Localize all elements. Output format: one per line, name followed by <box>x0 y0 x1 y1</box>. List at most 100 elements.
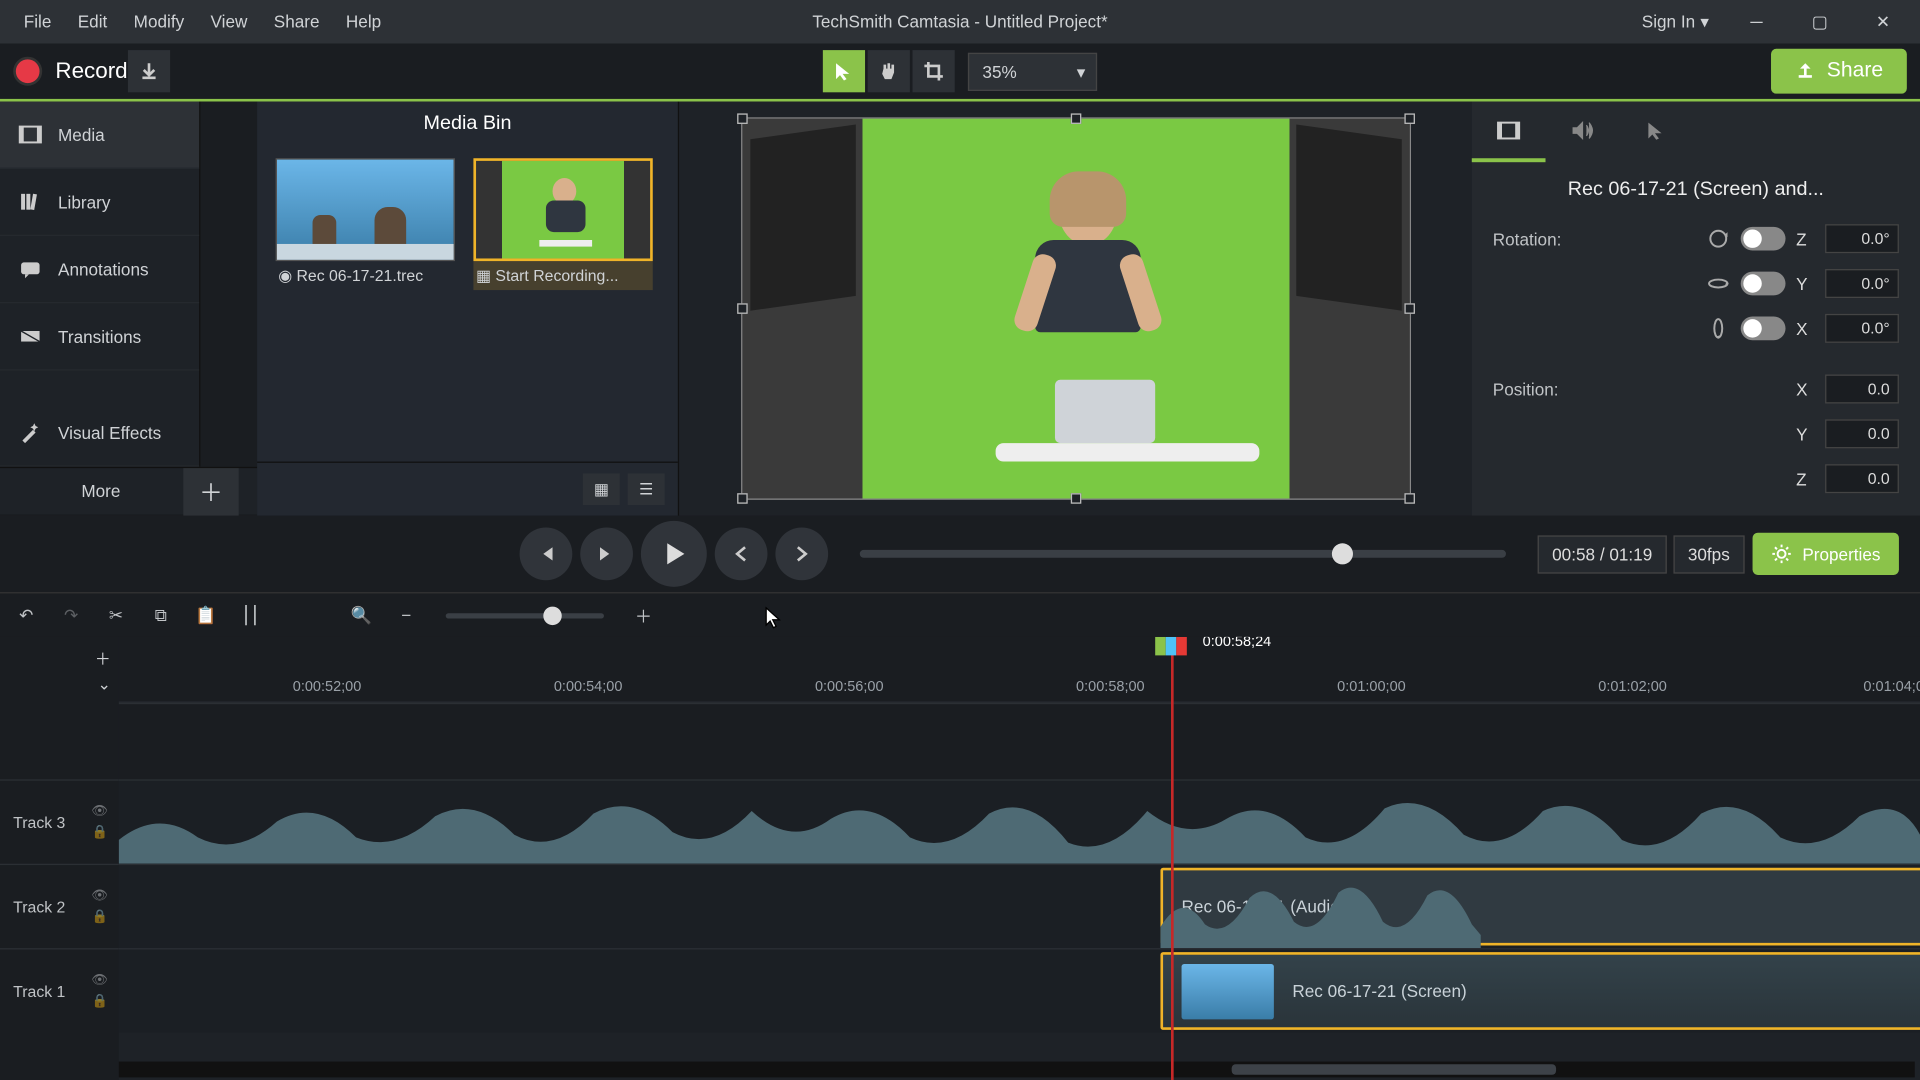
sidebar-media[interactable]: Media <box>0 102 199 169</box>
redo-button[interactable]: ↷ <box>55 599 87 631</box>
record-label: Record <box>55 58 127 84</box>
menu-edit[interactable]: Edit <box>65 7 121 37</box>
media-bin-header: Media Bin <box>257 102 678 146</box>
playback-scrubber[interactable] <box>860 550 1506 558</box>
track-2[interactable]: Rec 06-17-21 (Audio) <box>119 864 1920 948</box>
properties-label: Properties <box>1802 544 1880 564</box>
timeline-hscroll[interactable] <box>119 1062 1915 1078</box>
eye-icon[interactable]: 👁 <box>91 973 108 988</box>
resize-handle[interactable] <box>1404 113 1415 124</box>
ruler-tick: 0:00:54;00 <box>554 679 623 695</box>
scrubber-handle[interactable] <box>1332 543 1353 564</box>
rotation-z-field[interactable] <box>1825 224 1899 253</box>
minimize-button[interactable]: ─ <box>1730 3 1783 40</box>
undo-button[interactable]: ↶ <box>11 599 43 631</box>
menu-view[interactable]: View <box>197 7 260 37</box>
menu-modify[interactable]: Modify <box>120 7 197 37</box>
play-button[interactable] <box>641 521 707 587</box>
media-clip-1[interactable]: ◉ Rec 06-17-21.trec <box>276 158 455 290</box>
timeline-ruler[interactable]: 0:00:52;00 0:00:54;00 0:00:56;00 0:00:58… <box>119 637 1920 703</box>
split-button[interactable]: ⎮⎮ <box>235 599 267 631</box>
rotation-z-toggle[interactable] <box>1741 227 1786 251</box>
eye-icon[interactable]: 👁 <box>91 804 108 819</box>
step-back-button[interactable] <box>520 527 573 580</box>
clip-screen[interactable]: Rec 06-17-21 (Screen) <box>1160 952 1920 1030</box>
track-header-1[interactable]: Track 1👁🔒 <box>0 948 119 1032</box>
canvas-selection[interactable] <box>740 117 1410 499</box>
view-list-button[interactable]: ☰ <box>628 473 665 505</box>
rotation-y-toggle[interactable] <box>1741 272 1786 296</box>
media-clip-2[interactable]: ▦ Start Recording... <box>473 158 652 290</box>
timeline-zoom-slider[interactable] <box>446 613 604 618</box>
ruler-tick: 0:01:00;00 <box>1337 679 1406 695</box>
timeline[interactable]: ＋ ⌄ Track 3👁🔒 Track 2👁🔒 Track 1👁🔒 0:00:5… <box>0 637 1920 1080</box>
track-header-2[interactable]: Track 2👁🔒 <box>0 864 119 948</box>
sidebar-annotations[interactable]: Annotations <box>0 236 199 303</box>
close-button[interactable]: ✕ <box>1857 3 1910 40</box>
copy-button[interactable]: ⧉ <box>145 599 177 631</box>
playhead-marker[interactable] <box>1155 637 1187 655</box>
position-z-field[interactable] <box>1825 464 1899 493</box>
tool-pan[interactable] <box>868 50 910 92</box>
prop-tab-audio[interactable] <box>1546 102 1620 163</box>
tool-crop[interactable] <box>913 50 955 92</box>
menu-file[interactable]: File <box>11 7 65 37</box>
resize-handle[interactable] <box>1070 113 1081 124</box>
menu-share[interactable]: Share <box>261 7 333 37</box>
rotation-x-field[interactable] <box>1825 314 1899 343</box>
resize-handle[interactable] <box>1070 493 1081 504</box>
record-button[interactable]: Record <box>13 57 127 86</box>
tool-select[interactable] <box>823 50 865 92</box>
zoom-in-button[interactable]: ＋ <box>628 599 660 631</box>
view-grid-button[interactable]: ▦ <box>583 473 620 505</box>
ruler-tick: 0:01:04;0 <box>1863 679 1920 695</box>
add-track-button[interactable]: ＋ <box>95 647 111 669</box>
prop-tab-cursor[interactable] <box>1619 102 1693 163</box>
sidebar-visual-effects[interactable]: Visual Effects <box>0 400 199 467</box>
maximize-button[interactable]: ▢ <box>1793 3 1846 40</box>
zoom-out-button[interactable]: − <box>390 599 422 631</box>
hscroll-thumb[interactable] <box>1232 1064 1555 1075</box>
properties-button[interactable]: Properties <box>1752 533 1899 575</box>
share-button[interactable]: Share <box>1771 49 1906 94</box>
zoom-handle[interactable] <box>544 606 562 624</box>
cut-button[interactable]: ✂ <box>100 599 132 631</box>
next-button[interactable] <box>775 527 828 580</box>
waveform-icon <box>119 785 1920 864</box>
sidebar-library[interactable]: Library <box>0 169 199 236</box>
lock-icon[interactable]: 🔒 <box>92 910 108 925</box>
download-button[interactable] <box>128 50 170 92</box>
resize-handle[interactable] <box>736 113 747 124</box>
lock-icon[interactable]: 🔒 <box>92 826 108 841</box>
resize-handle[interactable] <box>736 493 747 504</box>
step-fwd-button[interactable] <box>580 527 633 580</box>
rotation-x-toggle[interactable] <box>1741 316 1786 340</box>
canvas-area[interactable] <box>679 102 1472 516</box>
prev-button[interactable] <box>715 527 768 580</box>
resize-handle[interactable] <box>1404 493 1415 504</box>
lock-icon[interactable]: 🔒 <box>92 994 108 1009</box>
clip-name-1: ◉ Rec 06-17-21.trec <box>276 261 455 290</box>
rotation-y-field[interactable] <box>1825 269 1899 298</box>
position-x-field[interactable] <box>1825 375 1899 404</box>
sidebar-more[interactable]: More <box>18 481 183 501</box>
canvas-zoom-select[interactable]: 35% <box>968 52 1097 90</box>
signin-button[interactable]: Sign In▾ <box>1631 6 1719 38</box>
resize-handle[interactable] <box>1404 303 1415 314</box>
library-icon <box>18 190 42 214</box>
collapse-tracks-button[interactable]: ⌄ <box>98 675 111 693</box>
menu-help[interactable]: Help <box>333 7 395 37</box>
position-y-field[interactable] <box>1825 419 1899 448</box>
eye-icon[interactable]: 👁 <box>91 889 108 904</box>
paste-button[interactable]: 📋 <box>190 599 222 631</box>
resize-handle[interactable] <box>736 303 747 314</box>
sidebar-transitions[interactable]: Transitions <box>0 303 199 370</box>
share-label: Share <box>1827 59 1883 83</box>
track-header-3[interactable]: Track 3👁🔒 <box>0 779 119 863</box>
track-1[interactable]: Rec 06-17-21 (Screen) <box>119 948 1920 1032</box>
track-3[interactable] <box>119 779 1920 863</box>
clip-name-2: ▦ Start Recording... <box>473 261 652 290</box>
prop-tab-visual[interactable] <box>1472 102 1546 163</box>
playhead[interactable]: 0:00:58;24 <box>1171 637 1174 1080</box>
add-media-button[interactable]: ＋ <box>183 467 238 514</box>
